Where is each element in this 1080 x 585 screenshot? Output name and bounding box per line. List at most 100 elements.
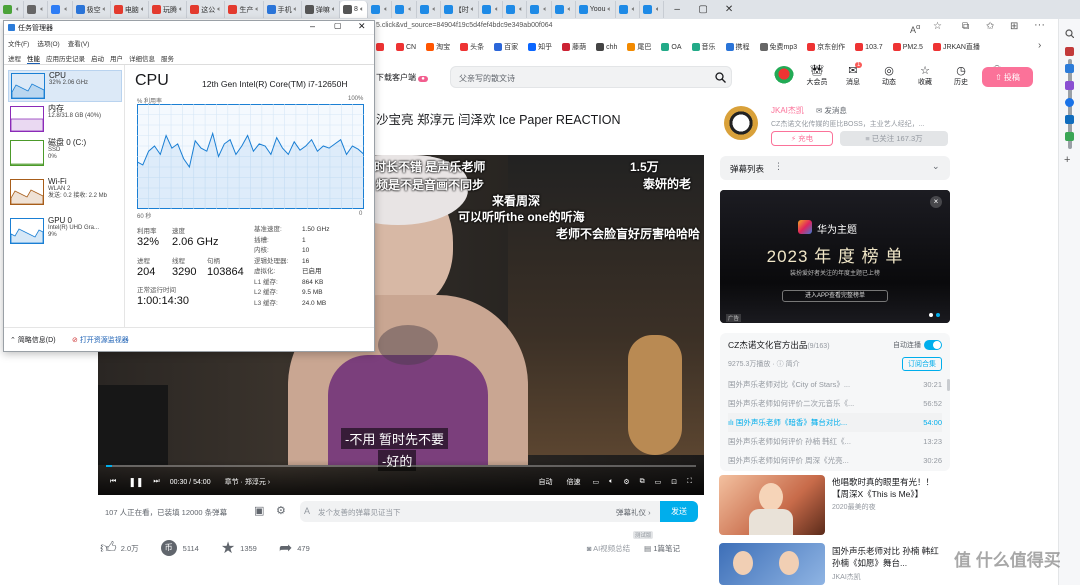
bookmark-item[interactable]: 知乎 bbox=[528, 42, 552, 52]
search-icon[interactable] bbox=[715, 72, 726, 83]
browser-tab[interactable]: 弹嘛 🔈︎ bbox=[302, 1, 341, 18]
less-details-button[interactable]: ⌃ 简略信息(D) bbox=[10, 335, 56, 345]
tab-audio-icon[interactable]: 🔈︎ bbox=[64, 6, 68, 14]
bookmark-item[interactable]: 103.7 bbox=[855, 43, 883, 51]
danmu-toggle-icon[interactable]: ▣ bbox=[254, 504, 264, 517]
playlist-title[interactable]: CZ杰诺文化官方出品 bbox=[728, 340, 807, 350]
coin-icon[interactable]: 币 bbox=[160, 540, 177, 556]
tm-tab[interactable]: 详细信息 bbox=[129, 53, 155, 64]
drop-icon[interactable] bbox=[1065, 132, 1074, 141]
maximize-icon[interactable]: ▢ bbox=[334, 21, 342, 30]
danmu-list-panel[interactable]: 弹幕列表 ⋮ ⌄ bbox=[720, 156, 950, 180]
tab-audio-icon[interactable]: 🔈︎ bbox=[543, 6, 547, 14]
bookmark-item[interactable]: chh bbox=[596, 43, 617, 51]
settings-icon[interactable]: ⚙︎ bbox=[623, 478, 629, 486]
playlist-item[interactable]: 国外声乐老师如何评价 周深《光亮... 30:26 bbox=[728, 451, 942, 470]
collections-icon[interactable]: ⊞ bbox=[1010, 21, 1018, 32]
rec-thumbnail[interactable] bbox=[719, 475, 825, 535]
tm-tab[interactable]: 启动 bbox=[91, 53, 104, 64]
playlist-item[interactable]: 国外声乐老师如何评价 孙楠 韩红《... 13:23 bbox=[728, 432, 942, 451]
tm-perf-item[interactable]: GPU 0 Intel(R) UHD Gra... 9% bbox=[8, 216, 122, 248]
search-input[interactable]: 父亲写的散文诗 bbox=[459, 73, 515, 84]
send-button[interactable]: 发送 bbox=[660, 501, 698, 522]
browser-tab[interactable]: 手机 🔈︎ bbox=[264, 1, 302, 18]
ad-banner[interactable]: 华为主题 2023 年 度 榜 单 装扮爱好者关注的年度主题已上榜 进入APP查… bbox=[720, 190, 950, 323]
tab-audio-icon[interactable]: 🔈︎ bbox=[471, 6, 475, 14]
close-icon[interactable]: ✕ bbox=[358, 21, 366, 32]
tab-audio-icon[interactable]: 🔈︎ bbox=[360, 6, 364, 14]
tm-tab[interactable]: 服务 bbox=[161, 53, 174, 64]
tools-icon[interactable] bbox=[1065, 64, 1074, 73]
bookmark-item[interactable]: 淘宝 bbox=[426, 42, 450, 52]
share-icon[interactable]: ➦ bbox=[279, 538, 292, 558]
more-menu-icon[interactable]: ··· bbox=[1034, 19, 1045, 31]
shopping-icon[interactable] bbox=[1065, 47, 1074, 56]
danmu-input-box[interactable]: A 发个友善的弹幕见证当下 弹幕礼仪 › 发送 bbox=[300, 501, 698, 522]
quality-button[interactable]: 自动 bbox=[538, 477, 552, 487]
browser-tab[interactable]: 玩腾 🔈︎ bbox=[149, 1, 188, 18]
playlist-item[interactable]: 国外声乐老师对比《City of Stars》... 30:21 bbox=[728, 375, 942, 394]
autoplay-toggle[interactable] bbox=[924, 340, 942, 350]
playlist-item[interactable]: ılı 国外声乐老师《暗香》舞台对比... 54:00 bbox=[728, 413, 942, 432]
tab-audio-icon[interactable]: 🔈︎ bbox=[217, 6, 221, 14]
volume-icon[interactable]: 🔈︎ bbox=[609, 478, 613, 486]
tab-audio-icon[interactable]: 🔈︎ bbox=[103, 6, 107, 14]
favorite-star-icon[interactable]: ☆ bbox=[933, 21, 942, 32]
tm-perf-item[interactable]: Wi-Fi WLAN 2 发送: 0.2 接收: 2.2 Mb bbox=[8, 177, 122, 209]
browser-tab[interactable]: 8 🔈︎ bbox=[340, 1, 369, 18]
browser-tab[interactable]: 🔈︎ bbox=[479, 1, 504, 18]
browser-tab[interactable]: 【时 🔈︎ bbox=[441, 1, 479, 18]
fullscreen-icon[interactable]: ⛶ bbox=[687, 478, 692, 486]
minimize-icon[interactable]: – bbox=[310, 21, 315, 31]
bookmark-item[interactable]: 藤荫 bbox=[562, 42, 586, 52]
rec-thumbnail[interactable] bbox=[719, 543, 825, 585]
browser-tab[interactable]: 🔈︎ bbox=[0, 1, 25, 18]
header-nav-item[interactable]: ☆ 收藏 bbox=[912, 64, 938, 87]
bookmark-item[interactable]: PM2.5 bbox=[892, 43, 923, 51]
bookmark-item[interactable]: 尾巴 bbox=[627, 42, 651, 52]
browser-tab[interactable]: 🔈︎ bbox=[48, 1, 73, 18]
tab-audio-icon[interactable]: 🔈︎ bbox=[141, 6, 145, 14]
split-screen-icon[interactable]: ⧉ bbox=[962, 21, 969, 32]
search-icon[interactable] bbox=[1065, 29, 1074, 38]
tab-audio-icon[interactable]: 🔈︎ bbox=[332, 6, 336, 14]
etiquette-link[interactable]: 弹幕礼仪 › bbox=[616, 507, 651, 518]
task-manager-window[interactable]: 任务管理器 – ▢ ✕ 文件(F) 选项(O) 查看(V) 进程 性能 应用历史记录 启动… bbox=[3, 20, 375, 352]
tab-audio-icon[interactable]: 🔈︎ bbox=[433, 6, 437, 14]
browser-tab[interactable]: 极空 🔈︎ bbox=[73, 1, 111, 18]
browser-tab[interactable]: 🔈︎ bbox=[527, 1, 552, 18]
progress-bar[interactable] bbox=[106, 465, 696, 467]
download-client-link[interactable]: 下载客户端 ● bbox=[376, 72, 428, 83]
pip-icon[interactable]: ⧉ bbox=[640, 478, 645, 486]
bookmark-item[interactable]: JRKAN直播 bbox=[932, 42, 980, 52]
window-minimize-icon[interactable]: – bbox=[664, 4, 690, 15]
ad-dot[interactable] bbox=[936, 313, 940, 317]
read-aloud-icon[interactable]: Aα bbox=[910, 22, 920, 35]
header-nav-item[interactable]: ◷ 历史 bbox=[948, 64, 974, 87]
url-text[interactable]: 5.click&vd_source=84904f19c5d4fef4bdc9e3… bbox=[376, 22, 553, 29]
tab-audio-icon[interactable]: 🔈︎ bbox=[294, 6, 298, 14]
open-resource-monitor-link[interactable]: ⊘ 打开资源监视器 bbox=[72, 335, 129, 345]
playlist-brief[interactable]: 简介 bbox=[786, 361, 800, 368]
browser-tab[interactable]: 🔈︎ bbox=[392, 1, 417, 18]
notes-button[interactable]: ▤ 1篇笔记 bbox=[644, 543, 680, 554]
search-box[interactable]: 父亲写的散文诗 bbox=[450, 66, 732, 88]
browser-tab[interactable]: 🔈︎ bbox=[616, 1, 640, 18]
ad-close-icon[interactable]: × bbox=[930, 196, 942, 208]
uploader-avatar[interactable] bbox=[724, 106, 758, 140]
office-icon[interactable] bbox=[1065, 98, 1074, 107]
more-options-icon[interactable]: ⋮ bbox=[774, 161, 783, 172]
chapter-button[interactable]: 章节 · 郑淳元 › bbox=[225, 477, 271, 487]
web-fullscreen-icon[interactable]: ⊡ bbox=[671, 478, 677, 486]
tm-titlebar[interactable]: 任务管理器 – ▢ ✕ bbox=[4, 21, 374, 35]
browser-tab[interactable]: Yoou 🔈︎ bbox=[576, 1, 616, 18]
tab-audio-icon[interactable]: 🔈︎ bbox=[607, 6, 611, 14]
add-sidebar-app-icon[interactable]: + bbox=[1064, 154, 1070, 166]
tab-audio-icon[interactable]: 🔈︎ bbox=[568, 6, 572, 14]
tab-audio-icon[interactable]: 🔈︎ bbox=[255, 6, 259, 14]
browser-tab[interactable]: 🔈︎ bbox=[417, 1, 441, 18]
bookmark-item[interactable]: 音乐 bbox=[691, 42, 716, 52]
tm-tab[interactable]: 用户 bbox=[110, 53, 123, 64]
like-icon[interactable]: 👍︎ bbox=[100, 539, 117, 558]
danmu-input[interactable]: 发个友善的弹幕见证当下 bbox=[318, 507, 401, 518]
